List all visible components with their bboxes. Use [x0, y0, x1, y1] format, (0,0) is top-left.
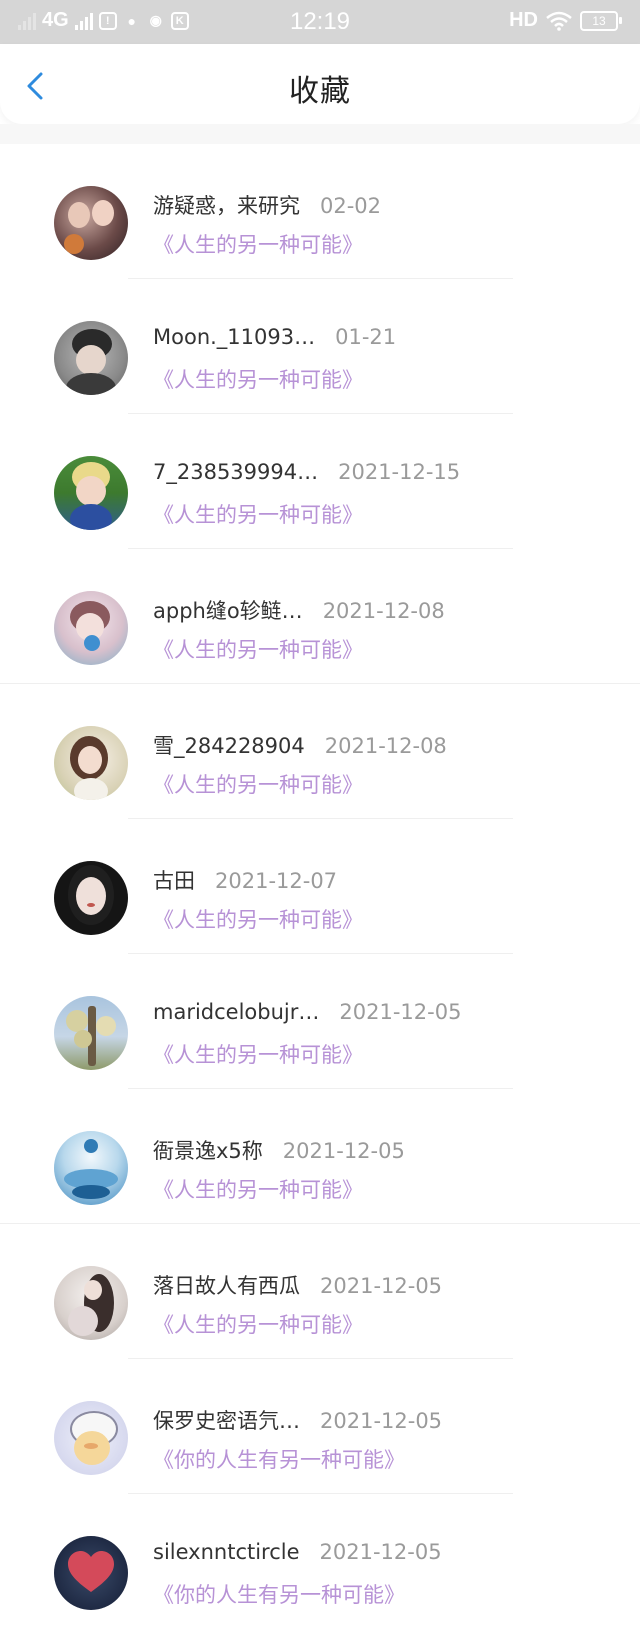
list-item[interactable]: 衙景逸x5称 2021-12-05 《人生的另一种可能》	[0, 1089, 640, 1224]
avatar[interactable]	[54, 1266, 128, 1340]
avatar[interactable]	[54, 1131, 128, 1205]
username[interactable]: 雪_284228904	[153, 730, 305, 760]
favorite-date: 2021-12-05	[339, 1000, 462, 1024]
avatar[interactable]	[54, 591, 128, 665]
favorite-date: 2021-12-05	[320, 1274, 443, 1298]
favorite-date: 2021-12-05	[319, 1540, 442, 1564]
list-item[interactable]: Moon._11093… 01-21 《人生的另一种可能》	[0, 279, 640, 414]
wifi-icon	[546, 11, 572, 31]
favorite-date: 2021-12-05	[320, 1409, 443, 1433]
work-title[interactable]: 《人生的另一种可能》	[153, 364, 363, 394]
work-title[interactable]: 《人生的另一种可能》	[153, 499, 363, 529]
list-item[interactable]: 雪_284228904 2021-12-08 《人生的另一种可能》	[0, 684, 640, 819]
work-title[interactable]: 《人生的另一种可能》	[153, 904, 363, 934]
username[interactable]: 7_238539994…	[153, 460, 318, 484]
avatar[interactable]	[54, 186, 128, 260]
favorite-date: 2021-12-15	[338, 460, 461, 484]
work-title[interactable]: 《人生的另一种可能》	[153, 769, 363, 799]
favorite-date: 01-21	[335, 325, 397, 349]
work-title[interactable]: 《人生的另一种可能》	[153, 1174, 363, 1204]
status-bar-right: HD 13	[509, 9, 622, 32]
username[interactable]: 游疑惑，来研究	[153, 190, 300, 220]
list-item[interactable]: 保罗史密语氕… 2021-12-05 《你的人生有另一种可能》	[0, 1359, 640, 1494]
favorite-date: 2021-12-07	[215, 869, 338, 893]
favorite-date: 02-02	[320, 194, 382, 218]
work-title[interactable]: 《人生的另一种可能》	[153, 634, 363, 664]
heart-icon	[68, 1551, 114, 1592]
list-item[interactable]: silexnntctircle 2021-12-05 《你的人生有另一种可能》	[0, 1494, 640, 1629]
list-item[interactable]: 落日故人有西瓜 2021-12-05 《人生的另一种可能》	[0, 1224, 640, 1359]
work-title[interactable]: 《人生的另一种可能》	[153, 229, 363, 259]
username[interactable]: 保罗史密语氕…	[153, 1405, 300, 1435]
favorite-date: 2021-12-05	[282, 1139, 405, 1163]
favorites-list: 游疑惑，来研究 02-02 《人生的另一种可能》 Moon._11093… 01…	[0, 144, 640, 1629]
work-title[interactable]: 《你的人生有另一种可能》	[153, 1444, 405, 1474]
avatar[interactable]	[54, 321, 128, 395]
avatar[interactable]	[54, 726, 128, 800]
hd-indicator: HD	[509, 9, 538, 31]
list-item[interactable]: 7_238539994… 2021-12-15 《人生的另一种可能》	[0, 414, 640, 549]
avatar[interactable]	[54, 861, 128, 935]
username[interactable]: apph缝o轸鲢…	[153, 595, 303, 625]
nav-header: 收藏	[0, 44, 640, 124]
avatar[interactable]	[54, 456, 128, 530]
work-title[interactable]: 《人生的另一种可能》	[153, 1309, 363, 1339]
favorite-date: 2021-12-08	[324, 734, 447, 758]
battery-level: 13	[580, 10, 618, 31]
username[interactable]: 古田	[153, 865, 195, 895]
work-title[interactable]: 《人生的另一种可能》	[153, 1039, 363, 1069]
header-separator	[0, 124, 640, 144]
status-bar: 4G ! ● ◉ K 12:19 HD 13	[0, 0, 640, 44]
username[interactable]: 衙景逸x5称	[153, 1135, 263, 1165]
page-title: 收藏	[289, 74, 351, 109]
battery-icon: 13	[580, 10, 622, 31]
list-item[interactable]: apph缝o轸鲢… 2021-12-08 《人生的另一种可能》	[0, 549, 640, 684]
work-title[interactable]: 《你的人生有另一种可能》	[153, 1579, 405, 1609]
avatar[interactable]	[54, 996, 128, 1070]
username[interactable]: 落日故人有西瓜	[153, 1270, 300, 1300]
username[interactable]: maridcelobujr…	[153, 1000, 319, 1024]
list-item[interactable]: 游疑惑，来研究 02-02 《人生的另一种可能》	[0, 144, 640, 279]
avatar[interactable]	[54, 1401, 128, 1475]
list-item[interactable]: 古田 2021-12-07 《人生的另一种可能》	[0, 819, 640, 954]
avatar[interactable]	[54, 1536, 128, 1610]
username[interactable]: silexnntctircle	[153, 1540, 300, 1564]
username[interactable]: Moon._11093…	[153, 325, 315, 349]
list-item[interactable]: maridcelobujr… 2021-12-05 《人生的另一种可能》	[0, 954, 640, 1089]
favorite-date: 2021-12-08	[322, 599, 445, 623]
